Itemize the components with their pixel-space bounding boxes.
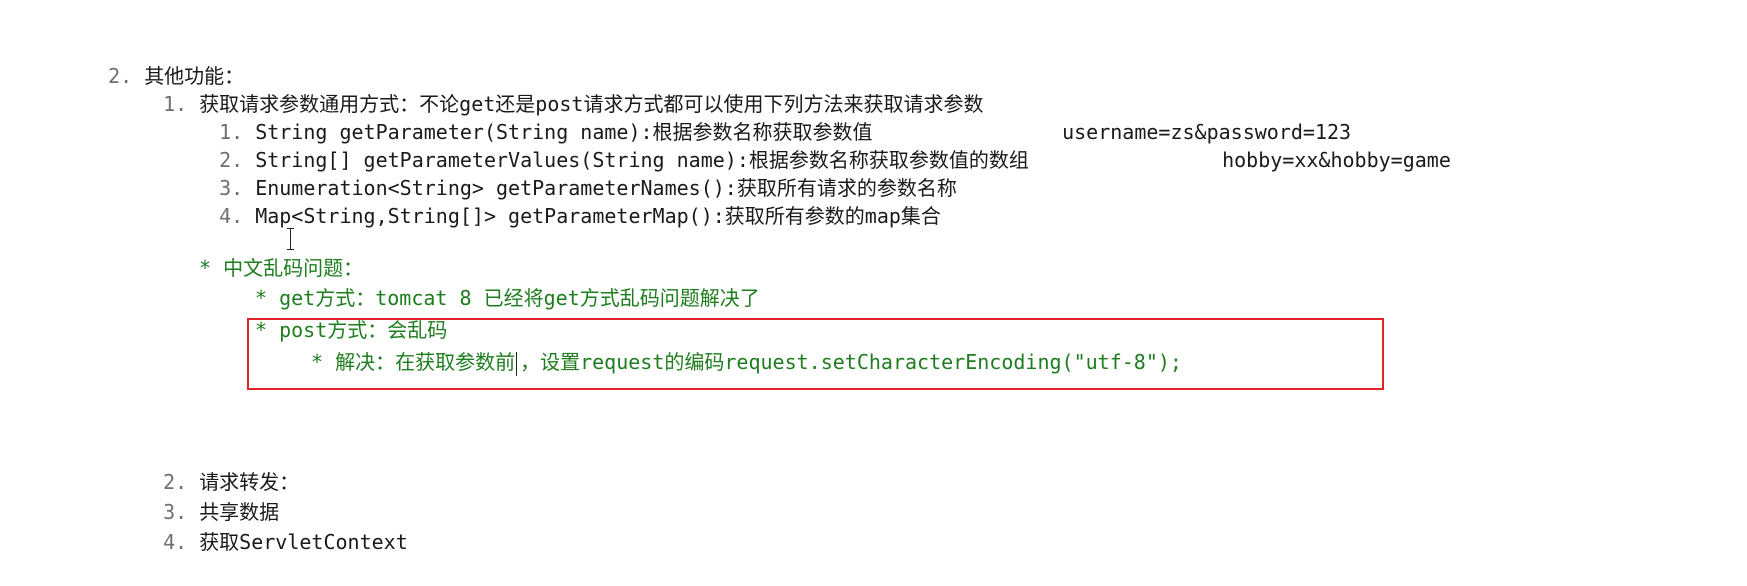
highlight-box [247, 318, 1384, 390]
note-get: * get方式：tomcat 8 已经将get方式乱码问题解决了 [255, 286, 760, 310]
list-item: 1. 获取请求参数通用方式：不论get还是post请求方式都可以使用下列方法来获取… [139, 62, 983, 116]
method-example: username=zs&password=123 [1062, 120, 1352, 144]
note-heading: * 中文乱码问题： [199, 256, 364, 280]
section-heading: 2. 其他功能： [84, 34, 244, 88]
item-number: 4. [163, 530, 188, 554]
method-item: 3. Enumeration<String> getParameterNames(… [195, 146, 957, 200]
method-example: hobby=xx&hobby=game [1222, 148, 1451, 172]
method-item: 1. String getParameter(String name):根据参数名… [195, 90, 872, 144]
item-number: 1. [163, 92, 188, 116]
method-number: 4. [219, 204, 244, 228]
text-cursor-icon [286, 228, 296, 250]
list-item: 4. 获取ServletContext [139, 500, 408, 554]
list-item: 3. 共享数据 [139, 470, 279, 524]
method-text: Map<String,String[]> getParameterMap():获… [255, 204, 941, 228]
item-title: 获取ServletContext [199, 530, 408, 554]
method-item: 2. String[] getParameterValues(String nam… [195, 118, 1029, 172]
method-item: 4. Map<String,String[]> getParameterMap()… [195, 174, 941, 228]
list-item: 2. 请求转发： [139, 440, 299, 494]
section-number: 2. [108, 64, 133, 88]
